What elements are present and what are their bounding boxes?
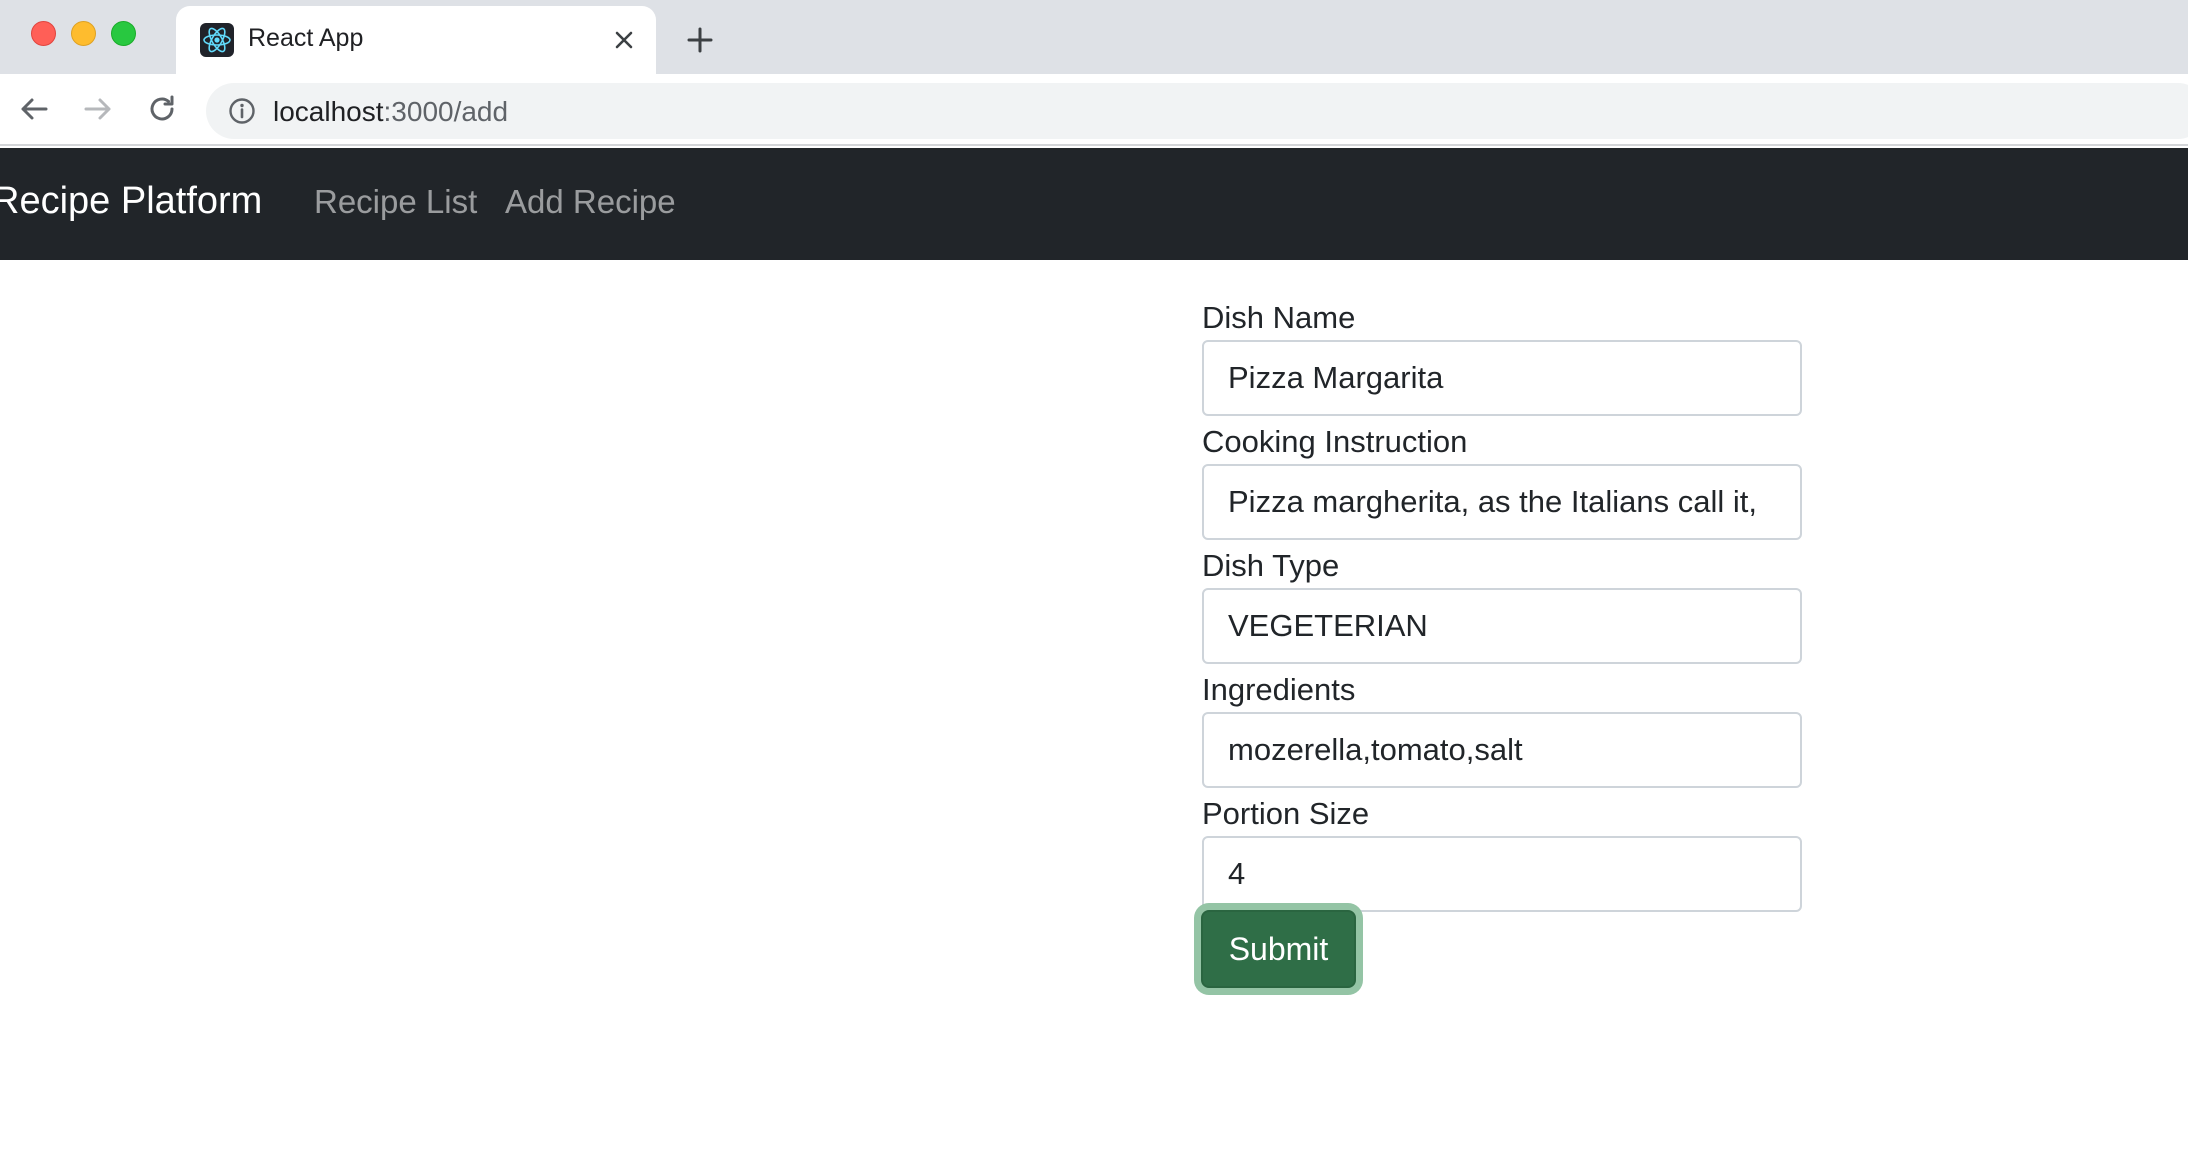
dish-name-field: Dish Name	[1202, 296, 1802, 416]
cooking-instruction-field: Cooking Instruction	[1202, 420, 1802, 540]
ingredients-input[interactable]	[1202, 712, 1802, 788]
ingredients-label: Ingredients	[1202, 672, 1356, 707]
url-path: :3000/add	[383, 96, 509, 127]
cooking-instruction-input[interactable]	[1202, 464, 1802, 540]
nav-link-recipe-list[interactable]: Recipe List	[314, 183, 477, 221]
add-recipe-form: Dish Name Cooking Instruction Dish Type …	[1202, 296, 1802, 916]
dish-type-label: Dish Type	[1202, 548, 1340, 583]
address-bar[interactable]: localhost:3000/add	[206, 83, 2188, 139]
app-navbar: Recipe Platform Recipe List Add Recipe	[0, 148, 2188, 260]
reload-icon[interactable]	[145, 92, 179, 126]
react-logo-icon	[200, 23, 234, 57]
tab-title: React App	[248, 24, 364, 52]
url-text: localhost:3000/add	[273, 96, 508, 128]
dish-name-label: Dish Name	[1202, 300, 1356, 335]
browser-tab-strip: React App	[0, 0, 2188, 74]
browser-tab-active[interactable]: React App	[176, 6, 656, 74]
dish-type-field: Dish Type	[1202, 544, 1802, 664]
ingredients-field: Ingredients	[1202, 668, 1802, 788]
browser-toolbar: localhost:3000/add	[0, 74, 2188, 146]
minimize-window-button[interactable]	[71, 21, 96, 46]
forward-arrow-icon[interactable]	[81, 92, 115, 126]
close-window-button[interactable]	[31, 21, 56, 46]
new-tab-icon[interactable]	[684, 24, 716, 56]
url-host: localhost	[273, 96, 384, 127]
portion-size-input[interactable]	[1202, 836, 1802, 912]
dish-type-input[interactable]	[1202, 588, 1802, 664]
cooking-instruction-label: Cooking Instruction	[1202, 424, 1468, 459]
submit-button[interactable]: Submit	[1201, 910, 1356, 988]
close-tab-icon[interactable]	[608, 24, 640, 56]
portion-size-label: Portion Size	[1202, 796, 1370, 831]
dish-name-input[interactable]	[1202, 340, 1802, 416]
portion-size-field: Portion Size	[1202, 792, 1802, 912]
navbar-brand[interactable]: Recipe Platform	[0, 180, 262, 223]
nav-link-add-recipe[interactable]: Add Recipe	[505, 183, 676, 221]
site-info-icon[interactable]	[228, 97, 256, 125]
maximize-window-button[interactable]	[111, 21, 136, 46]
back-arrow-icon[interactable]	[17, 92, 51, 126]
